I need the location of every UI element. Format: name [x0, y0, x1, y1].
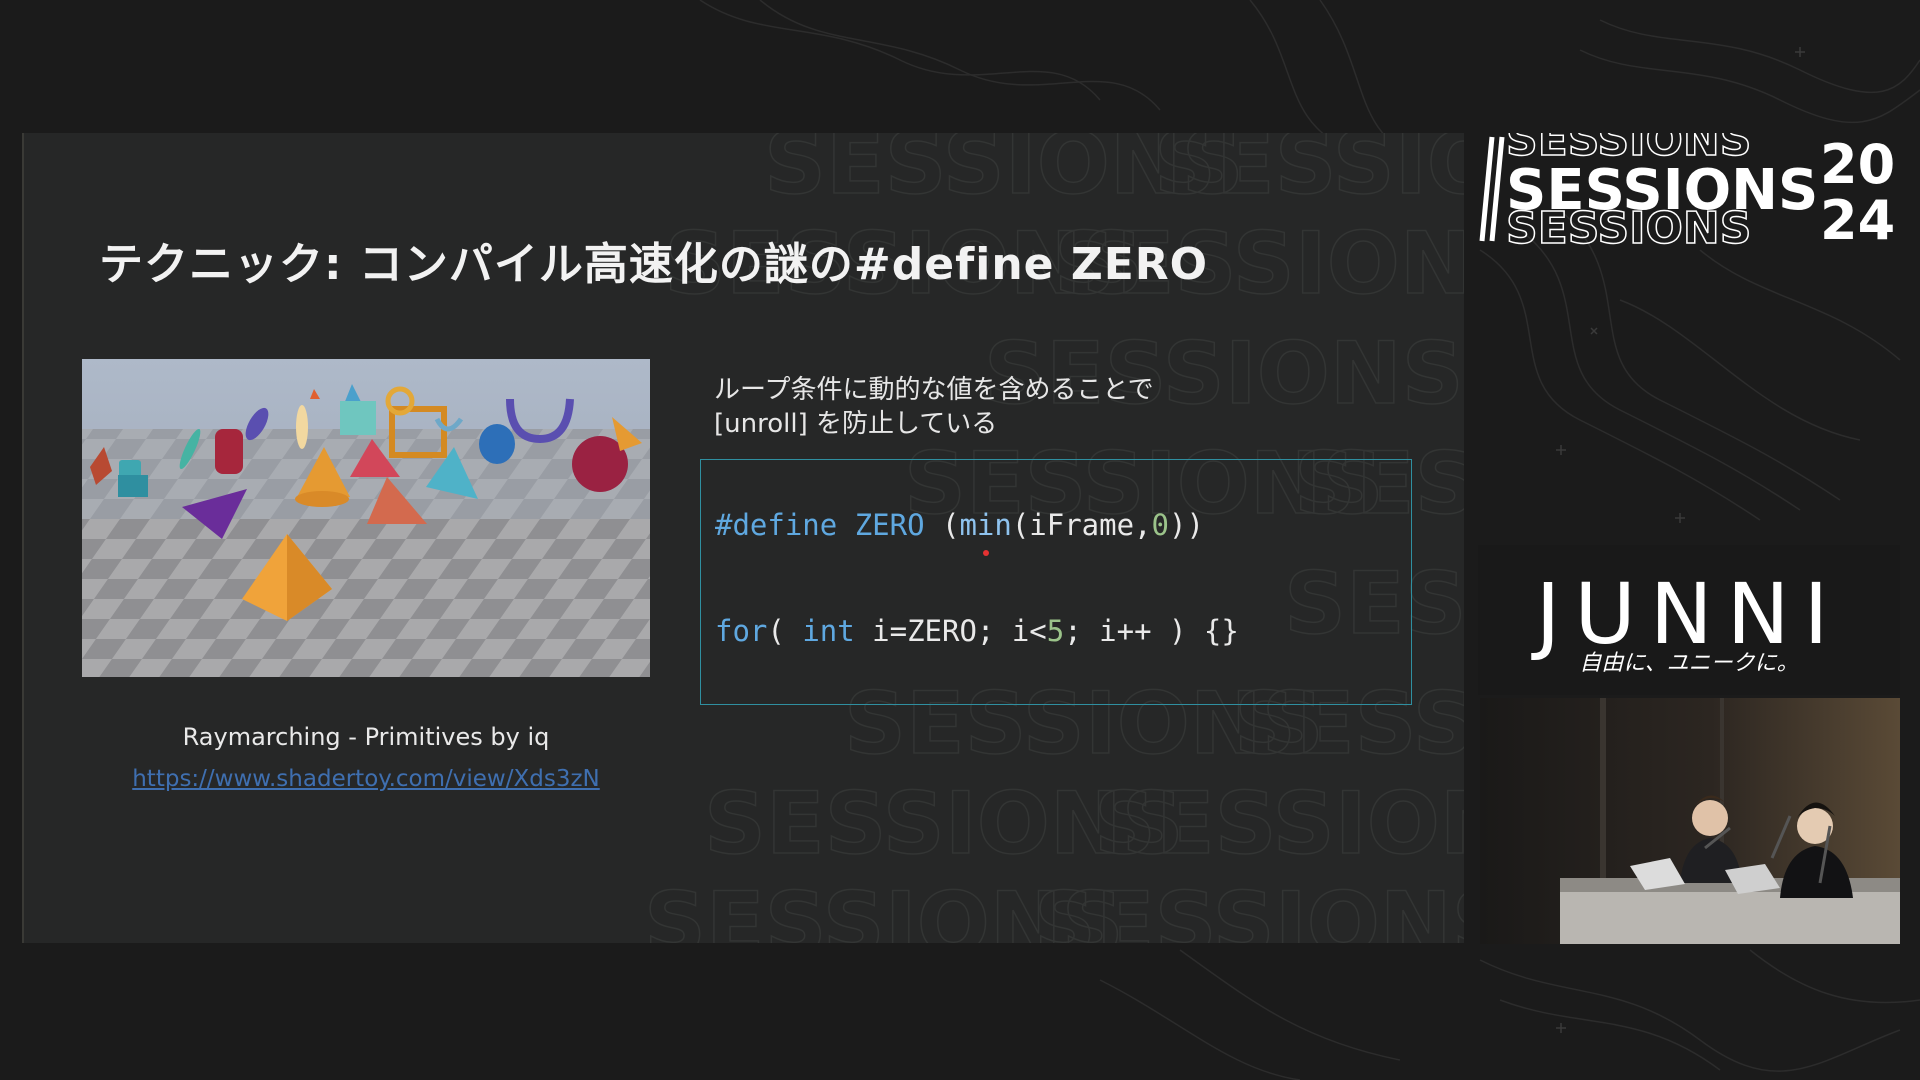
code-close: )) — [1169, 508, 1204, 542]
svg-text:SESSIONS: SESSIONS — [1506, 203, 1751, 245]
code-number: 0 — [1151, 508, 1169, 542]
svg-text:SESSIONS: SESSIONS — [1154, 133, 1464, 214]
code-part: i=ZERO; i< — [854, 614, 1047, 648]
code-directive: #define — [715, 508, 838, 542]
sessions-2024-logo: SESSIONS SESSIONS SESSIONS 20 24 — [1479, 133, 1895, 245]
speaker-camera-feed — [1480, 698, 1900, 944]
presentation-slide: SESSIONS SESSIONS SESSIONS SESSIONS SESS… — [22, 133, 1464, 943]
slide-title: テクニック: コンパイル高速化の謎の#define ZERO — [99, 239, 1209, 290]
svg-text:SESSIONS: SESSIONS — [1034, 874, 1464, 943]
code-keyword-for: for — [715, 614, 768, 648]
code-block: #define ZERO (min(iFrame,0)) for( int i=… — [700, 459, 1412, 705]
image-caption: Raymarching - Primitives by iq — [182, 723, 550, 751]
code-line-for: for( int i=ZERO; i<5; i++ ) {} — [715, 614, 1239, 648]
laser-pointer-dot — [983, 550, 989, 556]
code-function: min — [959, 508, 1012, 542]
shadertoy-link[interactable]: https://www.shadertoy.com/view/Xds3zN — [82, 766, 650, 792]
slide-description: ループ条件に動的な値を含めることで [unroll] を防止している — [714, 375, 1154, 439]
code-number: 5 — [1046, 614, 1065, 648]
code-paren: ( — [924, 508, 960, 542]
raymarching-primitives-image — [82, 359, 650, 677]
sponsor-tagline: 自由に、ユニークに。 — [1579, 651, 1799, 676]
code-args: (iFrame, — [1011, 508, 1152, 542]
svg-text:SESSIONS: SESSIONS — [1094, 774, 1464, 874]
svg-text:24: 24 — [1820, 189, 1895, 245]
code-line-define: #define ZERO (min(iFrame,0)) — [715, 508, 1204, 542]
code-part: ( — [767, 614, 803, 648]
svg-text:20: 20 — [1820, 133, 1895, 196]
sponsor-panel: JUNNI 自由に、ユニークに。 — [1478, 545, 1900, 695]
code-keyword-int: int — [802, 614, 855, 648]
code-macro-name: ZERO — [854, 508, 925, 542]
code-part: ; i++ ) {} — [1064, 614, 1239, 648]
